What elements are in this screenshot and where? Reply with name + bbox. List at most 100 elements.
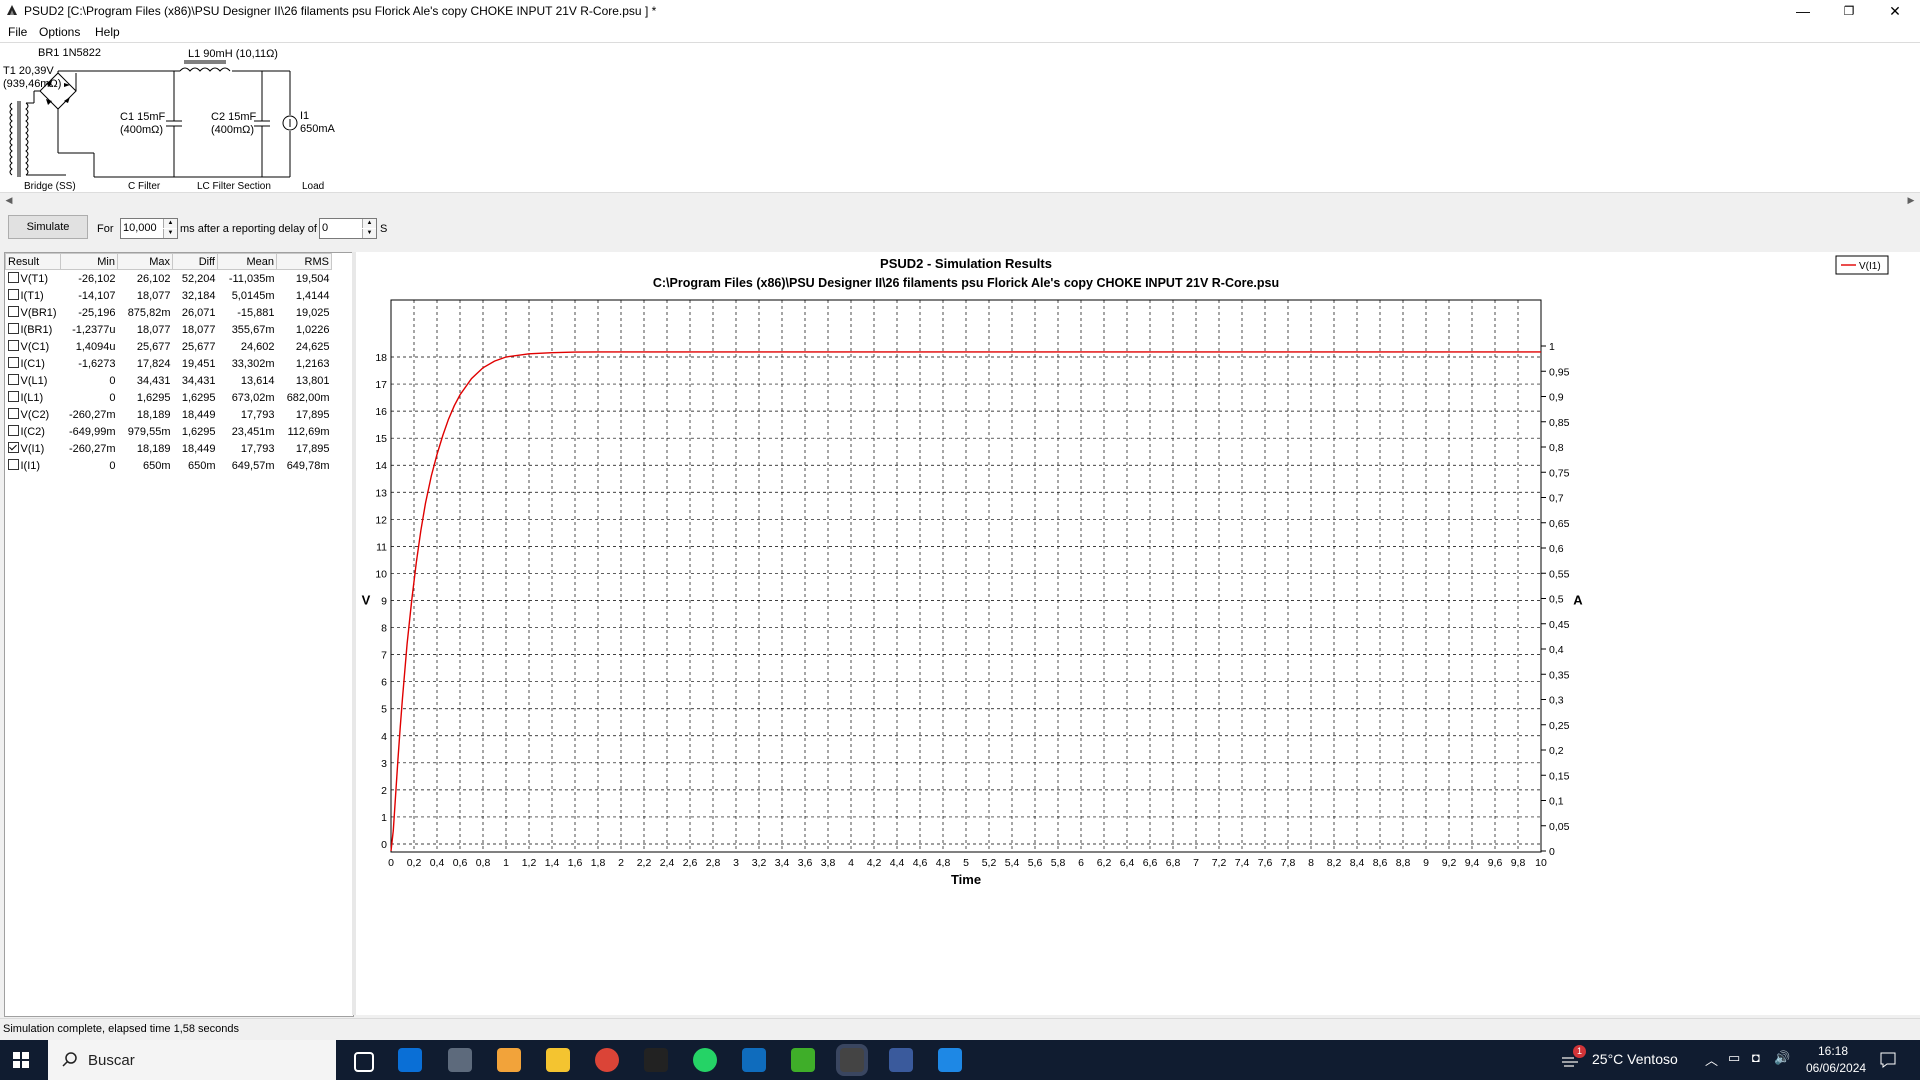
- scroll-left-arrow-icon[interactable]: ◀: [2, 193, 16, 207]
- minimize-button[interactable]: —: [1780, 0, 1826, 22]
- table-row[interactable]: I(T1) -14,107 18,077 32,184 5,0145m 1,4144: [6, 287, 332, 304]
- col-result[interactable]: Result: [5, 253, 61, 270]
- result-name: V(C2): [20, 409, 50, 421]
- result-name-cell[interactable]: I(T1): [6, 287, 61, 304]
- psud2-icon[interactable]: [840, 1048, 864, 1072]
- whatsapp-icon[interactable]: [693, 1048, 717, 1072]
- result-diff: 650m: [187, 459, 216, 472]
- 7zip-icon[interactable]: [644, 1048, 668, 1072]
- title-bar: PSUD2 [C:\Program Files (x86)\PSU Design…: [0, 0, 1920, 22]
- y-axis-label: V: [362, 593, 371, 608]
- result-name-cell[interactable]: I(C2): [6, 423, 61, 440]
- tray-overflow-icon[interactable]: ︿: [1705, 1050, 1718, 1069]
- result-name-cell[interactable]: V(C2): [6, 406, 61, 423]
- result-checkbox[interactable]: [7, 459, 19, 470]
- result-name-cell[interactable]: V(I1): [6, 440, 61, 457]
- task-view-icon[interactable]: [354, 1052, 374, 1072]
- result-name-cell[interactable]: I(I1): [6, 457, 61, 474]
- result-name-cell[interactable]: I(C1): [6, 355, 61, 372]
- y-tick-label: 10: [375, 568, 387, 580]
- col-max[interactable]: Max: [117, 253, 173, 270]
- l1-label: L1 90mH (10,11Ω): [188, 48, 278, 60]
- table-row[interactable]: I(L1) 0 1,6295 1,6295 673,02m 682,00m: [6, 389, 332, 406]
- col-mean[interactable]: Mean: [217, 253, 277, 270]
- result-checkbox[interactable]: [7, 391, 19, 402]
- close-button[interactable]: ✕: [1872, 0, 1918, 22]
- result-name-cell[interactable]: V(L1): [6, 372, 61, 389]
- result-checkbox[interactable]: [7, 374, 19, 385]
- result-checkbox[interactable]: [7, 357, 19, 368]
- result-name-cell[interactable]: V(C1): [6, 338, 61, 355]
- start-icon[interactable]: [13, 1052, 29, 1068]
- scroll-right-arrow-icon[interactable]: ▶: [1904, 193, 1918, 207]
- delay-stepper[interactable]: ▲ ▼: [319, 218, 377, 239]
- col-min[interactable]: Min: [60, 253, 118, 270]
- delay-input[interactable]: [322, 220, 360, 235]
- y-tick-label: 3: [381, 758, 387, 770]
- result-checkbox[interactable]: [7, 323, 19, 334]
- result-checkbox[interactable]: [7, 306, 19, 317]
- device-icon[interactable]: ◘: [1752, 1050, 1760, 1065]
- duration-stepper[interactable]: ▲ ▼: [120, 218, 178, 239]
- notes-icon[interactable]: [497, 1048, 521, 1072]
- file-explorer-icon[interactable]: [546, 1048, 570, 1072]
- result-checkbox[interactable]: [7, 289, 19, 300]
- table-row[interactable]: V(L1) 0 34,431 34,431 13,614 13,801: [6, 372, 332, 389]
- result-min: -26,102: [78, 272, 116, 285]
- menu-file[interactable]: File: [8, 25, 27, 39]
- network-icon[interactable]: ▭: [1728, 1050, 1740, 1066]
- table-row[interactable]: I(C1) -1,6273 17,824 19,451 33,302m 1,2163: [6, 355, 332, 372]
- clock-time[interactable]: 16:18: [1818, 1044, 1848, 1058]
- duration-input[interactable]: [123, 220, 161, 235]
- torrent-icon[interactable]: [791, 1048, 815, 1072]
- calculator-icon[interactable]: [889, 1048, 913, 1072]
- y2-tick-label: 0,55: [1549, 568, 1570, 580]
- schematic-scrollbar[interactable]: ◀ ▶: [0, 192, 1920, 207]
- clock-date[interactable]: 06/06/2024: [1806, 1061, 1866, 1075]
- weather-text[interactable]: 25°C Ventoso: [1592, 1051, 1678, 1067]
- table-row[interactable]: V(T1) -26,102 26,102 52,204 -11,035m 19,504: [6, 270, 332, 288]
- outlook-icon[interactable]: [742, 1048, 766, 1072]
- result-name-cell[interactable]: I(BR1): [6, 321, 61, 338]
- table-row[interactable]: V(I1) -260,27m 18,189 18,449 17,793 17,895: [6, 440, 332, 457]
- menu-options[interactable]: Options: [39, 25, 80, 39]
- col-diff[interactable]: Diff: [172, 253, 218, 270]
- result-name-cell[interactable]: V(T1): [6, 270, 61, 288]
- result-name: V(T1): [20, 273, 49, 285]
- store-icon[interactable]: [398, 1048, 422, 1072]
- simulate-button[interactable]: Simulate: [8, 215, 88, 239]
- menu-help[interactable]: Help: [95, 25, 120, 39]
- stepper-down-icon[interactable]: ▼: [362, 229, 376, 238]
- x-tick-label: 4,2: [867, 857, 882, 869]
- table-row[interactable]: V(BR1) -25,196 875,82m 26,071 -15,881 19,025: [6, 304, 332, 321]
- stepper-down-icon[interactable]: ▼: [163, 229, 177, 238]
- y-tick-label: 15: [375, 433, 387, 445]
- maximize-button[interactable]: ❐: [1826, 0, 1872, 22]
- result-checkbox[interactable]: [7, 272, 19, 283]
- col-rms[interactable]: RMS: [276, 253, 332, 270]
- notifications-icon[interactable]: [1880, 1052, 1896, 1068]
- y2-tick-label: 0,45: [1549, 619, 1570, 631]
- table-row[interactable]: V(C1) 1,4094u 25,677 25,677 24,602 24,625: [6, 338, 332, 355]
- y-tick-label: 17: [375, 379, 387, 391]
- stepper-up-icon[interactable]: ▲: [362, 219, 376, 228]
- result-checkbox[interactable]: [7, 340, 19, 351]
- y2-tick-label: 0,6: [1549, 543, 1564, 555]
- table-row[interactable]: I(I1) 0 650m 650m 649,57m 649,78m: [6, 457, 332, 474]
- photos-icon[interactable]: [938, 1048, 962, 1072]
- table-row[interactable]: I(BR1) -1,2377u 18,077 18,077 355,67m 1,0226: [6, 321, 332, 338]
- volume-icon[interactable]: 🔊: [1774, 1050, 1790, 1066]
- result-checkbox[interactable]: [7, 408, 19, 419]
- stepper-up-icon[interactable]: ▲: [163, 219, 177, 228]
- psud-icon[interactable]: [448, 1048, 472, 1072]
- result-min: 0: [109, 391, 116, 404]
- x-tick-label: 1,8: [591, 857, 606, 869]
- result-checkbox[interactable]: [7, 425, 19, 436]
- result-name-cell[interactable]: V(BR1): [6, 304, 61, 321]
- result-checkbox[interactable]: [7, 442, 19, 453]
- table-row[interactable]: I(C2) -649,99m 979,55m 1,6295 23,451m 112,69m: [6, 423, 332, 440]
- table-row[interactable]: V(C2) -260,27m 18,189 18,449 17,793 17,895: [6, 406, 332, 423]
- result-name-cell[interactable]: I(L1): [6, 389, 61, 406]
- taskbar-search[interactable]: Buscar: [48, 1040, 336, 1080]
- chrome-icon[interactable]: [595, 1048, 619, 1072]
